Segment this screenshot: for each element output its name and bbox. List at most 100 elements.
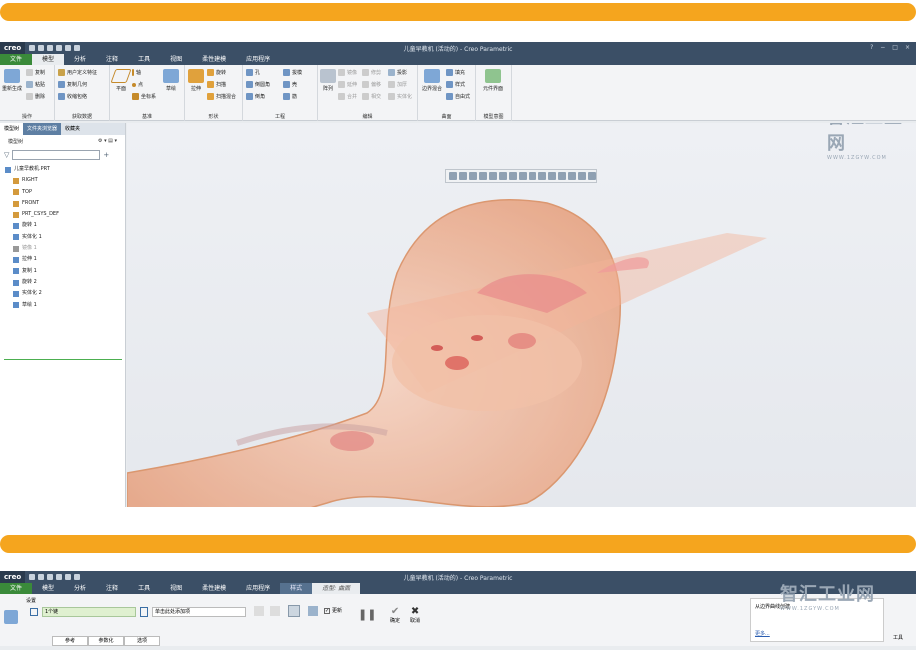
tree-item[interactable]: 实体化 2 [0, 288, 125, 299]
tree-item[interactable]: FRONT [0, 198, 125, 209]
group-label-surface[interactable]: 曲面 [418, 113, 475, 120]
tab-tools[interactable]: 工具 [128, 54, 160, 65]
shell-button[interactable]: 壳 [283, 81, 297, 88]
delete-button[interactable]: 删除 [26, 93, 45, 100]
option-icon-b[interactable] [270, 606, 280, 616]
draft-button[interactable]: 拔模 [283, 69, 302, 76]
tab-annotate-2[interactable]: 注释 [96, 583, 128, 594]
tree-item[interactable]: 旋转 2 [0, 277, 125, 288]
group-label-edit[interactable]: 编辑 [318, 113, 417, 120]
update-checkbox[interactable]: ✓ 更新 [324, 607, 342, 614]
hole-button[interactable]: 孔 [246, 69, 260, 76]
minimize-icon[interactable]: − [880, 44, 885, 51]
boundary-blend-button[interactable]: 边界混合 [420, 69, 444, 92]
extend-button[interactable]: 延伸 [338, 81, 357, 88]
help-icon[interactable]: ? [870, 44, 873, 51]
tab-favorites[interactable]: 收藏夹 [61, 123, 84, 135]
tab-style-surface[interactable]: 造型: 曲面 [312, 583, 361, 594]
chain-collector[interactable]: 1个链 [42, 607, 136, 617]
swap-direction-icon[interactable] [140, 607, 148, 617]
group-label-get-data[interactable]: 获取数据 [55, 113, 109, 120]
tab-analysis-2[interactable]: 分析 [64, 583, 96, 594]
revolve-button[interactable]: 旋转 [207, 69, 226, 76]
tree-item[interactable]: 复制 1 [0, 266, 125, 277]
option-icon-d[interactable] [308, 606, 318, 616]
copy-geometry-button[interactable]: 复制几何 [58, 81, 87, 88]
filter-icon[interactable]: ▽ [4, 151, 9, 159]
sweep-button[interactable]: 扫描 [207, 81, 226, 88]
tree-settings-icon[interactable]: ⚙ ▾ ▤ ▾ [98, 138, 117, 145]
solidify-button[interactable]: 实体化 [388, 93, 412, 100]
axis-button[interactable]: 轴 [132, 69, 141, 76]
trim-button[interactable]: 修剪 [362, 69, 381, 76]
close-icon[interactable]: × [905, 44, 910, 51]
shrinkwrap-button[interactable]: 收缩包络 [58, 93, 87, 100]
option-icon-a[interactable] [254, 606, 264, 616]
tree-item[interactable]: 镜像 1 [0, 243, 125, 254]
tab-annotate[interactable]: 注释 [96, 54, 128, 65]
round-button[interactable]: 倒圆角 [246, 81, 270, 88]
tree-item[interactable]: TOP [0, 187, 125, 198]
subtab-parameterization[interactable]: 参数化 [88, 636, 124, 646]
merge-button[interactable]: 合并 [338, 93, 357, 100]
tab-applications[interactable]: 应用程序 [236, 54, 280, 65]
tab-analysis[interactable]: 分析 [64, 54, 96, 65]
tab-file[interactable]: 文件 [0, 54, 33, 65]
extrude-button[interactable]: 拉伸 [187, 69, 205, 92]
freestyle-button[interactable]: 自由式 [446, 93, 470, 100]
paste-button[interactable]: 粘贴 [26, 81, 45, 88]
point-button[interactable]: 点 [132, 81, 143, 88]
subtab-references[interactable]: 参考 [52, 636, 88, 646]
tab-applications-2[interactable]: 应用程序 [236, 583, 280, 594]
project-button[interactable]: 投影 [388, 69, 407, 76]
subtab-options[interactable]: 选项 [124, 636, 160, 646]
pattern-button[interactable]: 阵列 [320, 69, 336, 92]
tree-item[interactable]: 旋转 1 [0, 220, 125, 231]
group-label-datum[interactable]: 基准 [110, 113, 184, 120]
regenerate-button[interactable]: 重新生成 [2, 69, 22, 92]
style-button[interactable]: 样式 [446, 81, 465, 88]
tree-item[interactable]: 拉伸 1 [0, 254, 125, 265]
option-icon-c[interactable] [288, 605, 300, 617]
second-collector[interactable]: 单击此处添加项 [152, 607, 246, 617]
tab-view[interactable]: 视图 [160, 54, 192, 65]
tools-label[interactable]: 工具 [893, 634, 903, 641]
csys-button[interactable]: 坐标系 [132, 93, 156, 100]
component-interface-button[interactable]: 元件界面 [478, 69, 508, 92]
tab-folder-browser[interactable]: 文件夹浏览器 [23, 123, 62, 135]
window-controls[interactable]: ? − □ × [870, 44, 910, 51]
tab-model-tree[interactable]: 模型树 [0, 123, 24, 135]
swept-blend-button[interactable]: 扫描混合 [207, 93, 236, 100]
group-label-shapes[interactable]: 形状 [185, 113, 242, 120]
tab-tools-2[interactable]: 工具 [128, 583, 160, 594]
model-3d-view[interactable] [127, 123, 916, 507]
group-label-engineering[interactable]: 工程 [243, 113, 317, 120]
offset-button[interactable]: 偏移 [362, 81, 381, 88]
thicken-button[interactable]: 加厚 [388, 81, 407, 88]
tree-item[interactable]: PRT_CSYS_DEF [0, 209, 125, 220]
tab-model-2[interactable]: 模型 [32, 583, 64, 594]
udf-button[interactable]: 用户定义特征 [58, 69, 97, 76]
ok-button[interactable]: ✔ 确定 [390, 606, 400, 624]
plane-button[interactable]: 平面 [110, 69, 132, 92]
tree-item[interactable]: 儿童早教机.PRT [0, 164, 125, 175]
graphics-window[interactable]: 智汇工业网 WWW.1ZGYW.COM [127, 123, 916, 507]
intersect-button[interactable]: 相交 [362, 93, 381, 100]
group-label-operations[interactable]: 操作 [0, 113, 54, 120]
mirror-button[interactable]: 镜像 [338, 69, 357, 76]
tree-item[interactable]: 草绘 1 [0, 300, 125, 311]
copy-button[interactable]: 复制 [26, 69, 45, 76]
tree-search-input[interactable] [12, 150, 101, 160]
quick-access-toolbar-2[interactable] [29, 574, 81, 580]
quick-access-toolbar[interactable] [29, 45, 81, 51]
tree-insert-indicator[interactable] [4, 359, 122, 360]
tab-file-2[interactable]: 文件 [0, 583, 33, 594]
tab-style[interactable]: 样式 [280, 583, 313, 594]
group-label-model-intent[interactable]: 模型意图 [476, 113, 511, 120]
sketch-button[interactable]: 草绘 [162, 69, 180, 92]
chamfer-button[interactable]: 倒角 [246, 93, 265, 100]
more-link[interactable]: 更多... [755, 630, 879, 637]
pause-icon[interactable]: ❚❚ [358, 608, 376, 621]
tab-flexible-modeling[interactable]: 柔性建模 [192, 54, 236, 65]
tab-flexible-modeling-2[interactable]: 柔性建模 [192, 583, 236, 594]
